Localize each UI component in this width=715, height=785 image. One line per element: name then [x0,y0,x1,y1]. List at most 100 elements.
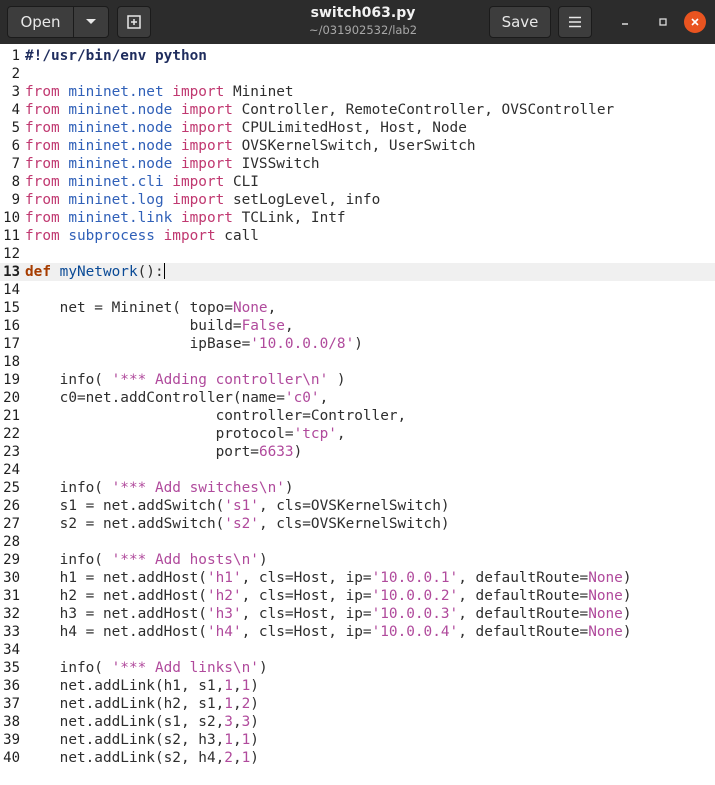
header-bar: Open switch063.py ~/031902532/lab2 Save [0,0,715,44]
line-number: 20 [3,390,20,406]
minimize-button[interactable] [614,11,636,33]
line-number: 13 [3,264,20,280]
code-line[interactable]: 36 net.addLink(h1, s1,1,1) [0,677,715,695]
code-text: port=6633) [25,444,303,460]
new-document-icon [127,15,141,29]
line-number: 29 [3,552,20,568]
line-number: 35 [3,660,20,676]
code-line[interactable]: 25 info( '*** Add switches\n') [0,479,715,497]
line-number: 39 [3,732,20,748]
line-number: 40 [3,750,20,766]
code-line[interactable]: 13 def myNetwork(): [0,263,715,281]
code-line[interactable]: 31 h2 = net.addHost('h2', cls=Host, ip='… [0,587,715,605]
code-line[interactable]: 28 [0,533,715,551]
code-text: from mininet.node import Controller, Rem… [25,102,615,118]
code-line[interactable]: 11 from subprocess import call [0,227,715,245]
code-line[interactable]: 26 s1 = net.addSwitch('s1', cls=OVSKerne… [0,497,715,515]
code-line[interactable]: 37 net.addLink(h2, s1,1,2) [0,695,715,713]
maximize-button[interactable] [652,11,674,33]
line-number: 7 [11,156,20,172]
code-line[interactable]: 38 net.addLink(s1, s2,3,3) [0,713,715,731]
code-line[interactable]: 29 info( '*** Add hosts\n') [0,551,715,569]
menu-button[interactable] [558,6,592,38]
code-text: info( '*** Adding controller\n' ) [25,372,346,388]
code-text: controller=Controller, [25,408,407,424]
code-line[interactable]: 21 controller=Controller, [0,407,715,425]
new-tab-button[interactable] [117,6,151,38]
code-line[interactable]: 40 net.addLink(s2, h4,2,1) [0,749,715,767]
code-line[interactable] [0,767,715,785]
code-text: h1 = net.addHost('h1', cls=Host, ip='10.… [25,570,632,586]
code-text: net.addLink(s2, h3,1,1) [25,732,259,748]
save-button-label: Save [501,13,539,31]
code-text: net.addLink(h1, s1,1,1) [25,678,259,694]
line-number: 18 [3,354,20,370]
line-number: 34 [3,642,20,658]
code-line[interactable]: 34 [0,641,715,659]
line-number: 3 [11,84,20,100]
close-button[interactable] [684,11,706,33]
code-line[interactable]: 9 from mininet.log import setLogLevel, in… [0,191,715,209]
code-text: ipBase='10.0.0.0/8') [25,336,363,352]
save-button[interactable]: Save [489,6,551,38]
text-cursor [163,263,165,279]
code-line[interactable]: 39 net.addLink(s2, h3,1,1) [0,731,715,749]
code-text: h3 = net.addHost('h3', cls=Host, ip='10.… [25,606,632,622]
code-text: from mininet.link import TCLink, Intf [25,210,346,226]
code-line[interactable]: 22 protocol='tcp', [0,425,715,443]
code-line[interactable]: 15 net = Mininet( topo=None, [0,299,715,317]
line-number: 25 [3,480,20,496]
line-number: 23 [3,444,20,460]
line-number: 6 [11,138,20,154]
code-line[interactable]: 1 #!/usr/bin/env python [0,47,715,65]
code-line[interactable]: 12 [0,245,715,263]
code-line[interactable]: 24 [0,461,715,479]
code-text: from mininet.node import IVSSwitch [25,156,320,172]
code-line[interactable]: 32 h3 = net.addHost('h3', cls=Host, ip='… [0,605,715,623]
code-editor[interactable]: 1 #!/usr/bin/env python 2 3 from mininet.net… [0,44,715,774]
code-line[interactable]: 35 info( '*** Add links\n') [0,659,715,677]
code-text: h4 = net.addHost('h4', cls=Host, ip='10.… [25,624,632,640]
code-text: from mininet.log import setLogLevel, inf… [25,192,381,208]
code-text: s1 = net.addSwitch('s1', cls=OVSKernelSw… [25,498,450,514]
code-line[interactable]: 6 from mininet.node import OVSKernelSwitc… [0,137,715,155]
line-number: 12 [3,246,20,262]
line-number: 28 [3,534,20,550]
code-line[interactable]: 33 h4 = net.addHost('h4', cls=Host, ip='… [0,623,715,641]
code-line[interactable]: 23 port=6633) [0,443,715,461]
code-line[interactable]: 17 ipBase='10.0.0.0/8') [0,335,715,353]
code-text: from subprocess import call [25,228,259,244]
code-line[interactable]: 16 build=False, [0,317,715,335]
code-text: info( '*** Add hosts\n') [25,552,268,568]
code-text: from mininet.net import Mininet [25,84,294,100]
maximize-icon [659,18,667,26]
code-line[interactable]: 3 from mininet.net import Mininet [0,83,715,101]
code-line[interactable]: 5 from mininet.node import CPULimitedHost… [0,119,715,137]
code-line[interactable]: 8 from mininet.cli import CLI [0,173,715,191]
line-number: 37 [3,696,20,712]
code-text: net.addLink(h2, s1,1,2) [25,696,259,712]
code-text: from mininet.cli import CLI [25,174,259,190]
code-line[interactable]: 30 h1 = net.addHost('h1', cls=Host, ip='… [0,569,715,587]
code-text: net.addLink(s2, h4,2,1) [25,750,259,766]
code-text: info( '*** Add switches\n') [25,480,294,496]
code-line[interactable]: 27 s2 = net.addSwitch('s2', cls=OVSKerne… [0,515,715,533]
open-menu-button[interactable] [73,6,109,38]
code-line[interactable]: 4 from mininet.node import Controller, Re… [0,101,715,119]
code-line[interactable]: 14 [0,281,715,299]
line-number: 1 [11,48,20,64]
line-number: 26 [3,498,20,514]
code-line[interactable]: 20 c0=net.addController(name='c0', [0,389,715,407]
minimize-icon [622,23,628,25]
code-line[interactable]: 18 [0,353,715,371]
code-text: s2 = net.addSwitch('s2', cls=OVSKernelSw… [25,516,450,532]
code-text: #!/usr/bin/env python [25,48,207,64]
line-number: 33 [3,624,20,640]
code-line[interactable]: 2 [0,65,715,83]
code-line[interactable]: 7 from mininet.node import IVSSwitch [0,155,715,173]
code-line[interactable]: 10 from mininet.link import TCLink, Intf [0,209,715,227]
line-number: 27 [3,516,20,532]
code-line[interactable]: 19 info( '*** Adding controller\n' ) [0,371,715,389]
line-number: 38 [3,714,20,730]
open-button[interactable]: Open [7,6,74,38]
